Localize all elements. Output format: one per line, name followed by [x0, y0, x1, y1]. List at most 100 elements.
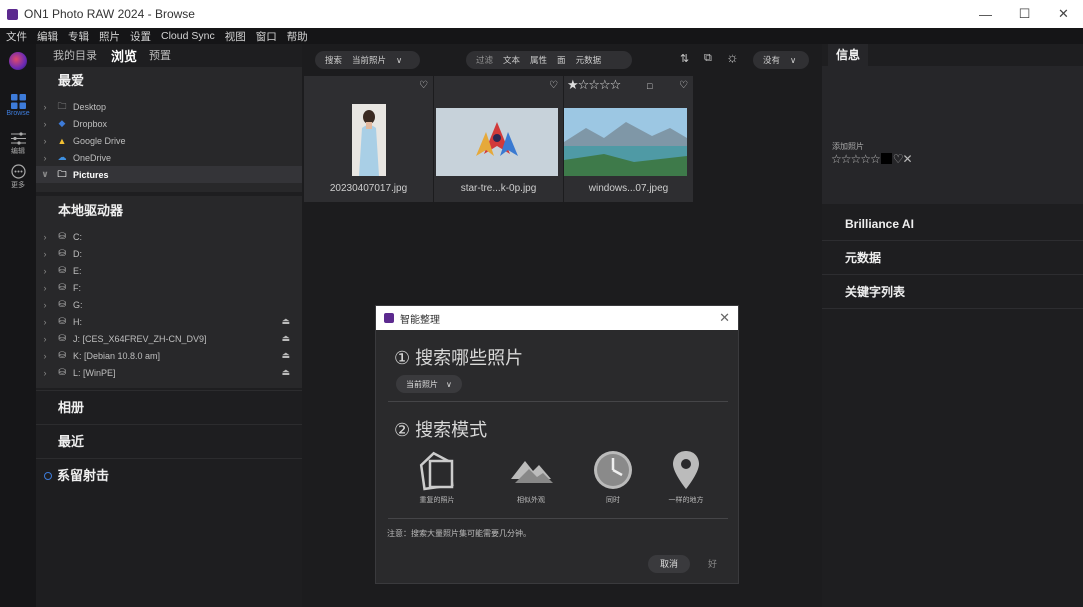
- chevron-right-icon[interactable]: ›: [36, 300, 54, 310]
- minimize-button[interactable]: —: [966, 0, 1005, 28]
- portrait-photo-image: [352, 104, 386, 176]
- chevron-right-icon[interactable]: ›: [36, 368, 54, 378]
- favorite-item-google-drive[interactable]: › ▲ Google Drive: [36, 132, 302, 149]
- chevron-right-icon[interactable]: ›: [36, 283, 54, 293]
- menu-settings[interactable]: 设置: [130, 29, 151, 44]
- drive-item[interactable]: › ⛁ D:: [36, 245, 302, 262]
- eject-icon[interactable]: ⏏: [281, 367, 290, 378]
- rail-browse[interactable]: Browse: [0, 94, 36, 117]
- drive-icon: ⛁: [58, 333, 66, 343]
- favorite-item-pictures[interactable]: ∨ 🗀 Pictures: [36, 166, 302, 183]
- metadata-section[interactable]: 元数据: [822, 241, 1083, 275]
- cancel-button[interactable]: 取消: [648, 555, 691, 573]
- photo-scope-value: 当前照片: [406, 379, 438, 389]
- rating-stars[interactable]: ☆☆☆☆☆ ♡✕: [831, 152, 913, 166]
- drive-item[interactable]: › ⛁ E:: [36, 262, 302, 279]
- mode-similar[interactable]: 相似外观: [496, 449, 566, 505]
- favorite-item-onedrive[interactable]: › ☁ OneDrive: [36, 149, 302, 166]
- maximize-button[interactable]: ☐: [1005, 0, 1044, 28]
- like-reject-icons[interactable]: ♡✕: [893, 152, 913, 166]
- chevron-right-icon[interactable]: ›: [36, 232, 54, 242]
- menu-cloud-sync[interactable]: Cloud Sync: [161, 30, 215, 42]
- filter-metadata[interactable]: 元数据: [576, 54, 602, 66]
- favorites-title[interactable]: 最爱: [36, 67, 302, 95]
- chevron-right-icon[interactable]: ›: [36, 266, 54, 276]
- title-bar: ON1 Photo RAW 2024 - Browse — ☐ ✕: [0, 0, 1083, 28]
- eject-icon[interactable]: ⏏: [281, 350, 290, 361]
- photo-scope-select[interactable]: 当前照片 ∨: [396, 375, 462, 393]
- sort-pill[interactable]: 没有 ∨: [753, 51, 809, 69]
- thumbnail-2[interactable]: ♡ star-tre...k-0p.jpg: [434, 76, 563, 202]
- chevron-right-icon[interactable]: ›: [36, 119, 54, 129]
- dialog-title-bar: 智能整理 ✕: [376, 306, 738, 330]
- similar-look-icon: [511, 461, 553, 483]
- keyword-list-section[interactable]: 关键字列表: [822, 275, 1083, 309]
- tab-browse[interactable]: 浏览: [111, 46, 137, 65]
- mode-same-time[interactable]: 同时: [578, 449, 648, 505]
- albums-section[interactable]: 相册: [36, 390, 302, 424]
- drive-item[interactable]: › ⛁ K: [Debian 10.8.0 am] ⏏: [36, 347, 302, 364]
- mode-duplicate[interactable]: 重复的照片: [402, 449, 472, 505]
- tab-info[interactable]: 信息: [828, 44, 869, 66]
- recent-section[interactable]: 最近: [36, 424, 302, 458]
- filter-text[interactable]: 文本: [503, 54, 520, 66]
- drive-item[interactable]: › ⛁ F:: [36, 279, 302, 296]
- heart-icon[interactable]: ♡: [419, 80, 428, 91]
- drive-item[interactable]: › ⛁ L: [WinPE] ⏏: [36, 364, 302, 381]
- drive-label: F:: [73, 282, 81, 293]
- dialog-close-icon[interactable]: ✕: [719, 310, 730, 326]
- heart-icon[interactable]: ♡: [679, 80, 688, 91]
- drive-item[interactable]: › ⛁ G:: [36, 296, 302, 313]
- location-pin-icon: [673, 451, 699, 489]
- eject-icon[interactable]: ⏏: [281, 316, 290, 327]
- drive-item[interactable]: › ⛁ C:: [36, 228, 302, 245]
- tab-presets[interactable]: 预置: [149, 47, 171, 63]
- local-drives-title[interactable]: 本地驱动器: [36, 196, 302, 226]
- menu-view[interactable]: 视图: [225, 29, 246, 44]
- rail-more[interactable]: 更多: [0, 164, 36, 190]
- rail-edit[interactable]: 编辑: [0, 132, 36, 156]
- chevron-right-icon[interactable]: ›: [36, 351, 54, 361]
- thumbnail-1[interactable]: ♡ 20230407017.jpg: [304, 76, 433, 202]
- chevron-right-icon[interactable]: ›: [36, 136, 54, 146]
- tab-my-catalog[interactable]: 我的目录: [53, 47, 97, 63]
- menu-file[interactable]: 文件: [6, 29, 27, 44]
- smart-organize-icon[interactable]: ⧉: [704, 52, 712, 65]
- chevron-right-icon[interactable]: ›: [36, 102, 54, 112]
- sort-order-icon[interactable]: ⇅: [680, 52, 689, 65]
- filter-faces[interactable]: 面: [557, 54, 566, 66]
- menu-help[interactable]: 帮助: [287, 29, 308, 44]
- chevron-right-icon[interactable]: ›: [36, 153, 54, 163]
- thumbnail-3[interactable]: ★☆☆☆☆ □ ♡ windows...07.jpeg: [564, 76, 693, 202]
- menu-bar: 文件 编辑 专辑 照片 设置 Cloud Sync 视图 窗口 帮助: [0, 28, 1083, 44]
- label-badge-icon[interactable]: □: [647, 81, 652, 91]
- brilliance-ai-section[interactable]: Brilliance AI: [822, 207, 1083, 241]
- color-label-swatch[interactable]: [880, 153, 892, 164]
- star-rating[interactable]: ★☆☆☆☆: [567, 77, 621, 93]
- search-scope-pill[interactable]: 搜索 当前照片 ∨: [315, 51, 420, 69]
- mode-same-place[interactable]: 一样的地方: [651, 449, 721, 505]
- chevron-right-icon[interactable]: ›: [36, 249, 54, 259]
- tethered-section[interactable]: 系留射击: [36, 458, 302, 492]
- brightness-icon[interactable]: ☼: [726, 49, 739, 65]
- menu-photo[interactable]: 照片: [99, 29, 120, 44]
- info-content: 添加照片 ☆☆☆☆☆ ♡✕: [822, 66, 1083, 204]
- eject-icon[interactable]: ⏏: [281, 333, 290, 344]
- chevron-right-icon[interactable]: ›: [36, 334, 54, 344]
- menu-album[interactable]: 专辑: [68, 29, 89, 44]
- ok-button[interactable]: 好: [696, 555, 729, 573]
- filter-toggle[interactable]: 过滤: [476, 54, 493, 66]
- chevron-down-icon[interactable]: ∨: [36, 169, 54, 180]
- drive-item[interactable]: › ⛁ J: [CES_X64FREV_ZH-CN_DV9] ⏏: [36, 330, 302, 347]
- menu-edit[interactable]: 编辑: [37, 29, 58, 44]
- close-window-button[interactable]: ✕: [1044, 0, 1083, 28]
- favorite-item-dropbox[interactable]: › ◆ Dropbox: [36, 115, 302, 132]
- chevron-right-icon[interactable]: ›: [36, 317, 54, 327]
- menu-window[interactable]: 窗口: [256, 29, 277, 44]
- drive-item[interactable]: › ⛁ H: ⏏: [36, 313, 302, 330]
- filter-attributes[interactable]: 属性: [530, 54, 547, 66]
- heart-icon[interactable]: ♡: [549, 80, 558, 91]
- favorite-item-desktop[interactable]: › 🗀 Desktop: [36, 98, 302, 115]
- sort-value: 没有: [763, 55, 781, 65]
- drive-icon: ⛁: [58, 231, 66, 241]
